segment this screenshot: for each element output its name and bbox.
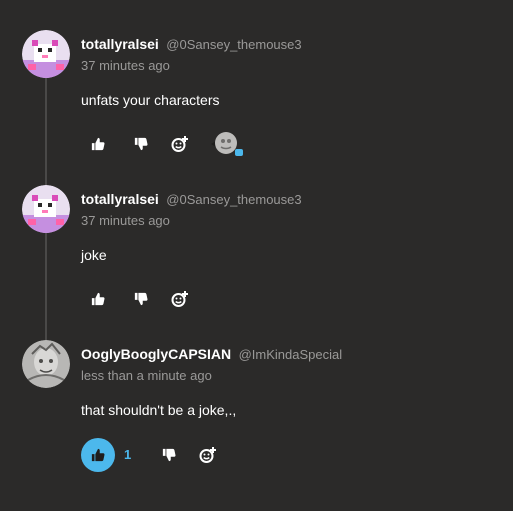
dislike-button[interactable]	[124, 127, 158, 161]
add-reaction-icon	[199, 447, 216, 463]
pixel-goat-avatar-icon[interactable]	[22, 30, 70, 78]
username-link[interactable]: totallyralsei	[81, 191, 159, 207]
thumbs-down-icon	[162, 448, 176, 462]
add-reaction-button[interactable]	[163, 127, 197, 161]
add-reaction-button[interactable]	[191, 438, 225, 472]
user-handle[interactable]: @0Sansey_themouse3	[166, 37, 301, 52]
thumbs-up-icon	[91, 292, 105, 306]
comment-actions	[81, 127, 281, 161]
comment-text: that shouldn't be a joke,.,	[81, 402, 237, 418]
comment-3: OoglyBooglyCAPSIAN @ImKindaSpecial less …	[0, 340, 513, 490]
thumbs-down-icon	[134, 292, 148, 306]
like-button[interactable]	[81, 438, 115, 472]
add-reaction-button[interactable]	[163, 282, 197, 316]
add-reaction-icon	[171, 136, 188, 152]
user-handle[interactable]: @0Sansey_themouse3	[166, 192, 301, 207]
comment-actions: 1	[81, 438, 241, 472]
like-button[interactable]	[81, 127, 115, 161]
like-button[interactable]	[81, 282, 115, 316]
thumbs-down-icon	[134, 137, 148, 151]
username-link[interactable]: OoglyBooglyCAPSIAN	[81, 346, 231, 362]
comment-header: totallyralsei @0Sansey_themouse3	[81, 191, 302, 209]
comment-actions	[81, 282, 201, 316]
thumbs-up-icon	[91, 137, 105, 151]
comment-timestamp: 37 minutes ago	[81, 213, 170, 228]
thumbs-up-icon	[91, 448, 105, 462]
pixel-goat-avatar-icon[interactable]	[22, 185, 70, 233]
comment-header: totallyralsei @0Sansey_themouse3	[81, 36, 302, 54]
like-count: 1	[124, 447, 132, 462]
comment-timestamp: less than a minute ago	[81, 368, 212, 383]
comment-timestamp: 37 minutes ago	[81, 58, 170, 73]
comment-thread: totallyralsei @0Sansey_themouse3 37 minu…	[0, 0, 513, 511]
comment-2: totallyralsei @0Sansey_themouse3 37 minu…	[0, 185, 513, 320]
dislike-button[interactable]	[152, 438, 186, 472]
sketch-portrait-avatar-icon[interactable]	[22, 340, 70, 388]
dislike-button[interactable]	[124, 282, 158, 316]
comment-text: joke	[81, 247, 107, 263]
comment-text: unfats your characters	[81, 92, 220, 108]
user-reaction-avatar-icon[interactable]	[207, 130, 243, 160]
comment-header: OoglyBooglyCAPSIAN @ImKindaSpecial	[81, 346, 342, 364]
user-handle[interactable]: @ImKindaSpecial	[239, 347, 343, 362]
comment-1: totallyralsei @0Sansey_themouse3 37 minu…	[0, 30, 513, 165]
add-reaction-icon	[171, 291, 188, 307]
username-link[interactable]: totallyralsei	[81, 36, 159, 52]
